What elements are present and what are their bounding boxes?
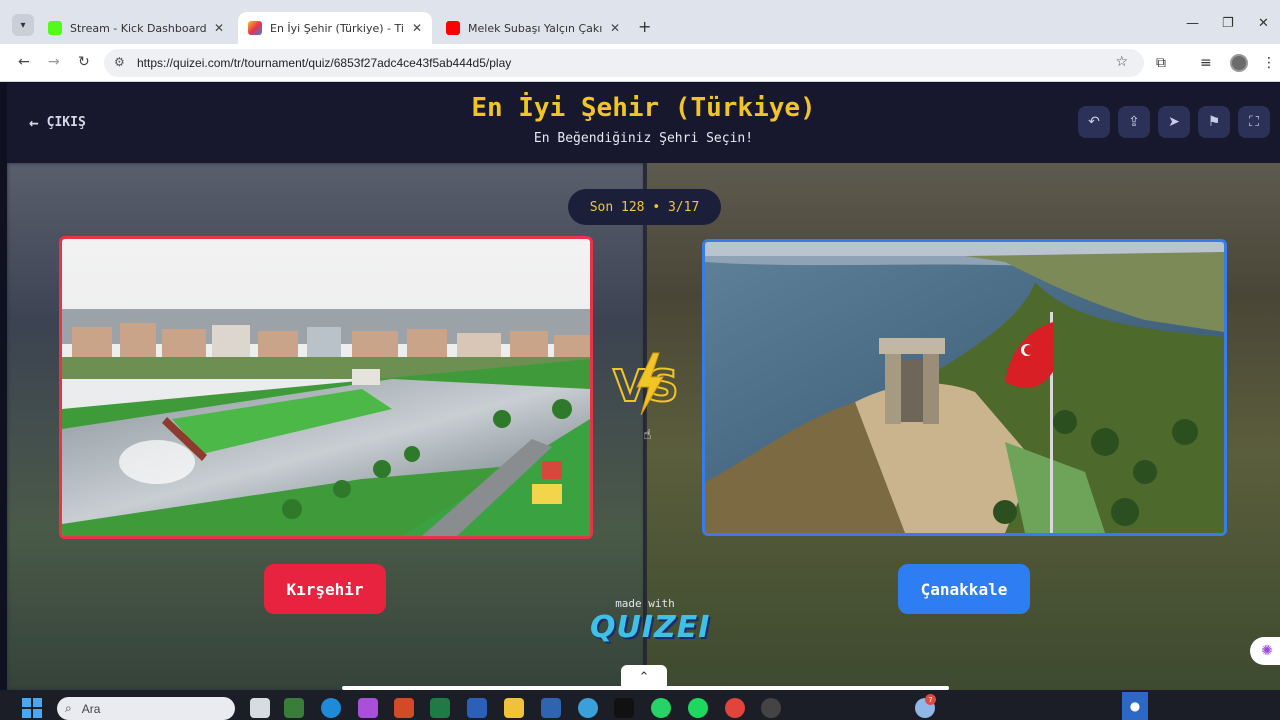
share-button[interactable]: ⇪ — [1118, 106, 1150, 138]
fullscreen-icon: ⛶ — [1249, 114, 1259, 130]
youtube-favicon-icon — [446, 21, 460, 35]
option-card-left[interactable] — [59, 236, 593, 539]
taskbar-search-field[interactable]: ⌕ Ara — [57, 697, 235, 720]
edge-icon[interactable] — [321, 698, 341, 718]
close-window-icon[interactable]: ✕ — [1258, 16, 1269, 31]
tab-title: En İyi Şehir (Türkiye) - Tier List, — [270, 21, 404, 35]
choose-right-button[interactable]: Çanakkale — [898, 564, 1030, 614]
chevron-up-icon: ⌃ — [638, 669, 650, 685]
made-with-label: made with — [615, 597, 675, 610]
browser-tabstrip: ▾ Stream - Kick Dashboard ✕ En İyi Şehir… — [0, 0, 1280, 44]
quiz-page: ← ÇIKIŞ En İyi Şehir (Türkiye) En Beğend… — [7, 83, 1280, 690]
extensions-icon[interactable]: ⧉ — [1156, 55, 1166, 71]
undo-button[interactable]: ↶ — [1078, 106, 1110, 138]
powerpoint-icon[interactable] — [394, 698, 414, 718]
minimize-icon[interactable]: — — [1186, 16, 1199, 31]
obs-icon[interactable] — [761, 698, 781, 718]
word-icon[interactable] — [467, 698, 487, 718]
app-icon[interactable] — [284, 698, 304, 718]
copilot-icon[interactable] — [358, 698, 378, 718]
search-placeholder: Ara — [81, 701, 101, 716]
share-icon: ⇪ — [1128, 114, 1140, 130]
chrome-icon[interactable] — [725, 698, 745, 718]
close-tab-icon[interactable]: ✕ — [412, 21, 422, 35]
address-bar: ← → ↻ ⚙ https://quizei.com/tr/tournament… — [0, 44, 1280, 82]
quizei-favicon-icon — [248, 21, 262, 35]
search-icon: ⌕ — [65, 701, 72, 715]
store-icon[interactable] — [541, 698, 561, 718]
tab-search-button[interactable]: ▾ — [12, 14, 34, 36]
url-field[interactable]: ⚙ https://quizei.com/tr/tournament/quiz/… — [104, 49, 1144, 77]
windows-start-icon[interactable] — [22, 698, 42, 718]
profile-avatar[interactable] — [1230, 54, 1248, 72]
new-tab-button[interactable]: + — [638, 17, 651, 36]
option-card-right[interactable] — [702, 239, 1227, 536]
flag-icon: ⚑ — [1207, 114, 1221, 130]
url-text: https://quizei.com/tr/tournament/quiz/68… — [137, 56, 512, 70]
whatsapp-icon[interactable] — [651, 698, 671, 718]
reload-icon[interactable]: ↻ — [78, 54, 90, 70]
tab-title: Stream - Kick Dashboard — [70, 21, 206, 35]
tab-kick-dashboard[interactable]: Stream - Kick Dashboard ✕ — [38, 12, 234, 44]
brain-icon: ✺ — [1261, 643, 1273, 659]
file-explorer-icon[interactable] — [504, 698, 524, 718]
send-button[interactable]: ➤ — [1158, 106, 1190, 138]
forward-icon[interactable]: → — [48, 54, 60, 70]
back-icon[interactable]: ← — [18, 54, 30, 70]
quiz-header: ← ÇIKIŞ En İyi Şehir (Türkiye) En Beğend… — [7, 83, 1280, 163]
side-assistant-button[interactable]: ✺ — [1250, 637, 1280, 665]
globe-app-icon[interactable] — [578, 698, 598, 718]
notification-badge: 7 — [925, 694, 936, 705]
excel-icon[interactable] — [430, 698, 450, 718]
kirsehir-photo — [62, 239, 590, 536]
microphone-icon[interactable]: ● — [1122, 692, 1148, 720]
hand-cursor-icon: ☝ — [643, 427, 652, 443]
versus-emblem: VS — [612, 352, 680, 416]
quizei-logo[interactable]: QUIZEI — [590, 610, 709, 645]
site-info-icon[interactable]: ⚙ — [114, 55, 125, 69]
report-button[interactable]: ⚑ — [1198, 106, 1230, 138]
restore-icon[interactable]: ❐ — [1222, 16, 1234, 31]
tab-youtube[interactable]: Melek Subaşı Yalçın Çakır Doğu ✕ — [436, 12, 630, 44]
bookmark-star-icon[interactable]: ☆ — [1115, 54, 1128, 70]
close-tab-icon[interactable]: ✕ — [214, 21, 224, 35]
canakkale-photo — [705, 242, 1224, 533]
fullscreen-button[interactable]: ⛶ — [1238, 106, 1270, 138]
media-controls-icon[interactable]: ≡ — [1200, 55, 1212, 71]
windows-taskbar: ⌕ Ara — [0, 690, 1280, 720]
tab-quiz-active[interactable]: En İyi Şehir (Türkiye) - Tier List, ✕ — [238, 12, 432, 44]
send-icon: ➤ — [1168, 114, 1180, 130]
spotify-icon[interactable] — [688, 698, 708, 718]
choose-left-button[interactable]: Kırşehir — [264, 564, 386, 614]
undo-icon: ↶ — [1088, 114, 1100, 130]
browser-menu-icon[interactable]: ⋮ — [1262, 55, 1276, 71]
tiktok-icon[interactable] — [614, 698, 634, 718]
task-view-icon[interactable] — [250, 698, 270, 718]
round-counter: Son 128 • 3/17 — [568, 189, 721, 225]
tab-title: Melek Subaşı Yalçın Çakır Doğu — [468, 21, 602, 35]
close-tab-icon[interactable]: ✕ — [610, 21, 620, 35]
kick-favicon-icon — [48, 21, 62, 35]
